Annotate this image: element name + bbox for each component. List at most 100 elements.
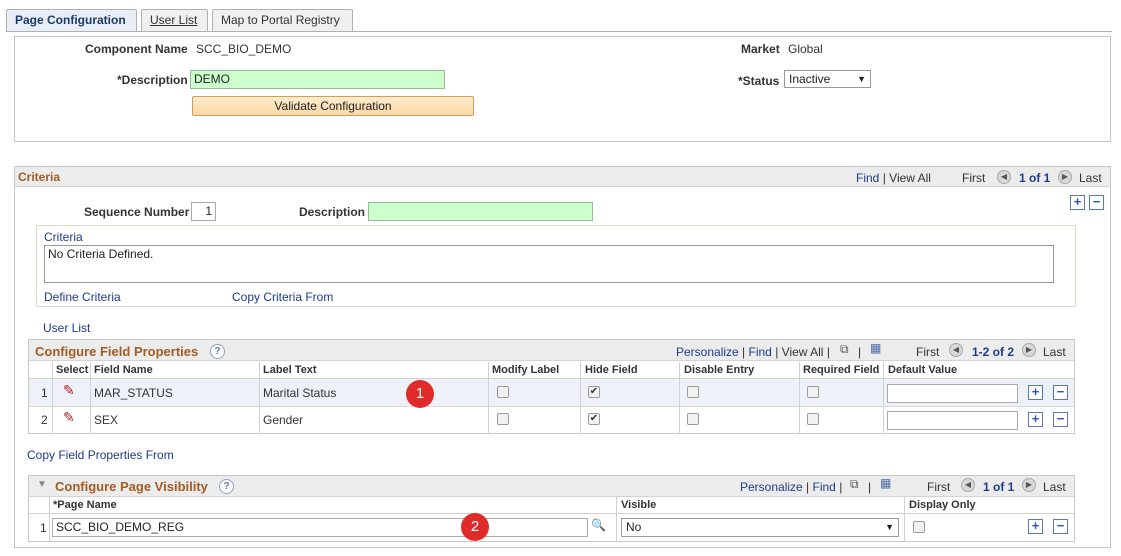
- help-icon[interactable]: ?: [219, 479, 234, 494]
- collapse-icon[interactable]: ▼: [37, 479, 47, 490]
- column-required-field: Required Field: [803, 364, 880, 376]
- copy-field-properties-from-link[interactable]: Copy Field Properties From: [27, 448, 174, 462]
- chevron-down-icon: ▼: [885, 522, 894, 532]
- row-number: 1: [41, 386, 48, 400]
- description-label: *Description: [117, 73, 188, 87]
- label-text-cell: Marital Status: [263, 386, 337, 400]
- visible-select[interactable]: No ▼: [621, 518, 899, 537]
- edit-icon[interactable]: ✎: [63, 409, 75, 426]
- validate-configuration-button[interactable]: Validate Configuration: [192, 96, 474, 116]
- view-all-link[interactable]: View All: [782, 345, 824, 359]
- column-field-name: Field Name: [94, 364, 153, 376]
- display-only-checkbox[interactable]: [913, 521, 925, 533]
- zoom-icon[interactable]: ⧉: [840, 342, 849, 357]
- nav-separator: |: [839, 480, 843, 494]
- column-visible: Visible: [621, 499, 657, 511]
- nav-separator: |: [858, 345, 862, 359]
- field-name-cell: MAR_STATUS: [94, 386, 173, 400]
- prev-icon[interactable]: ◀: [997, 170, 1011, 184]
- disable-entry-checkbox[interactable]: [687, 413, 699, 425]
- column-separator: [580, 362, 581, 434]
- criteria-view-all[interactable]: View All: [889, 171, 931, 185]
- add-row-button[interactable]: +: [1028, 519, 1043, 534]
- criteria-description-input[interactable]: [368, 202, 593, 221]
- column-separator: [259, 362, 260, 434]
- column-separator: [488, 362, 489, 434]
- field-properties-last[interactable]: Last: [1043, 345, 1066, 359]
- delete-row-button[interactable]: −: [1053, 385, 1068, 400]
- copy-criteria-from-link[interactable]: Copy Criteria From: [232, 290, 333, 304]
- edit-icon[interactable]: ✎: [63, 382, 75, 399]
- prev-icon[interactable]: ◀: [949, 343, 963, 357]
- page-visibility-count: 1 of 1: [983, 480, 1015, 494]
- page-visibility-nav: Personalize | Find |: [740, 480, 842, 494]
- find-link[interactable]: Find: [813, 480, 836, 494]
- tab-user-list[interactable]: User List: [141, 9, 208, 31]
- criteria-textarea[interactable]: No Criteria Defined.: [44, 245, 1054, 283]
- chevron-down-icon: ▼: [857, 74, 866, 84]
- hide-field-checkbox[interactable]: ✔: [588, 413, 600, 425]
- delete-row-button[interactable]: −: [1053, 412, 1068, 427]
- page-visibility-first[interactable]: First: [927, 480, 950, 494]
- personalize-link[interactable]: Personalize: [676, 345, 739, 359]
- annotation-marker-1: 1: [406, 380, 434, 408]
- help-icon[interactable]: ?: [210, 344, 225, 359]
- sequence-number-input[interactable]: 1: [191, 202, 216, 221]
- default-value-input[interactable]: [887, 384, 1018, 403]
- criteria-first[interactable]: First: [962, 171, 985, 185]
- download-grid-icon[interactable]: ▦: [870, 341, 881, 355]
- next-icon[interactable]: ▶: [1022, 478, 1036, 492]
- zoom-icon[interactable]: ⧉: [850, 477, 859, 492]
- next-icon[interactable]: ▶: [1058, 170, 1072, 184]
- visible-select-value: No: [626, 520, 642, 534]
- status-select[interactable]: Inactive ▼: [784, 70, 871, 88]
- prev-icon[interactable]: ◀: [961, 478, 975, 492]
- page-name-input[interactable]: SCC_BIO_DEMO_REG: [52, 518, 588, 537]
- required-field-checkbox[interactable]: [807, 413, 819, 425]
- default-value-input[interactable]: [887, 411, 1018, 430]
- page-visibility-last[interactable]: Last: [1043, 480, 1066, 494]
- add-row-button[interactable]: +: [1028, 385, 1043, 400]
- component-name-value: SCC_BIO_DEMO: [196, 42, 292, 56]
- component-name-label: Component Name: [85, 42, 188, 56]
- annotation-marker-2: 2: [461, 513, 489, 541]
- market-label: Market: [741, 42, 780, 56]
- criteria-group-label: Criteria: [44, 230, 83, 244]
- column-disable-entry: Disable Entry: [684, 364, 755, 376]
- tab-page-configuration[interactable]: Page Configuration: [6, 9, 137, 32]
- column-page-name: *Page Name: [53, 499, 117, 511]
- field-name-cell: SEX: [94, 413, 119, 427]
- description-input[interactable]: DEMO: [190, 70, 445, 89]
- row-number: 1: [40, 521, 47, 535]
- column-separator: [883, 362, 884, 434]
- modify-label-checkbox[interactable]: [497, 386, 509, 398]
- delete-criteria-button[interactable]: −: [1089, 195, 1104, 210]
- hide-field-checkbox[interactable]: ✔: [588, 386, 600, 398]
- market-value: Global: [788, 42, 823, 56]
- search-icon[interactable]: 🔍: [591, 518, 606, 532]
- modify-label-checkbox[interactable]: [497, 413, 509, 425]
- add-criteria-button[interactable]: +: [1070, 195, 1085, 210]
- delete-row-button[interactable]: −: [1053, 519, 1068, 534]
- criteria-find-link[interactable]: Find: [856, 171, 879, 185]
- download-grid-icon[interactable]: ▦: [880, 476, 891, 490]
- column-select: Select: [56, 364, 89, 376]
- field-properties-first[interactable]: First: [916, 345, 939, 359]
- personalize-link[interactable]: Personalize: [740, 480, 803, 494]
- define-criteria-link[interactable]: Define Criteria: [44, 290, 121, 304]
- criteria-header-bar: [15, 167, 1110, 187]
- add-row-button[interactable]: +: [1028, 412, 1043, 427]
- nav-separator: |: [868, 480, 872, 494]
- nav-separator: |: [826, 345, 830, 359]
- user-list-link[interactable]: User List: [43, 321, 90, 335]
- disable-entry-checkbox[interactable]: [687, 386, 699, 398]
- criteria-last[interactable]: Last: [1079, 171, 1102, 185]
- required-field-checkbox[interactable]: [807, 386, 819, 398]
- criteria-title: Criteria: [18, 170, 61, 184]
- column-separator: [52, 362, 53, 434]
- tab-map-to-portal-registry[interactable]: Map to Portal Registry: [212, 9, 353, 31]
- column-separator: [679, 362, 680, 434]
- find-link[interactable]: Find: [749, 345, 772, 359]
- criteria-count: 1 of 1: [1019, 171, 1051, 185]
- next-icon[interactable]: ▶: [1022, 343, 1036, 357]
